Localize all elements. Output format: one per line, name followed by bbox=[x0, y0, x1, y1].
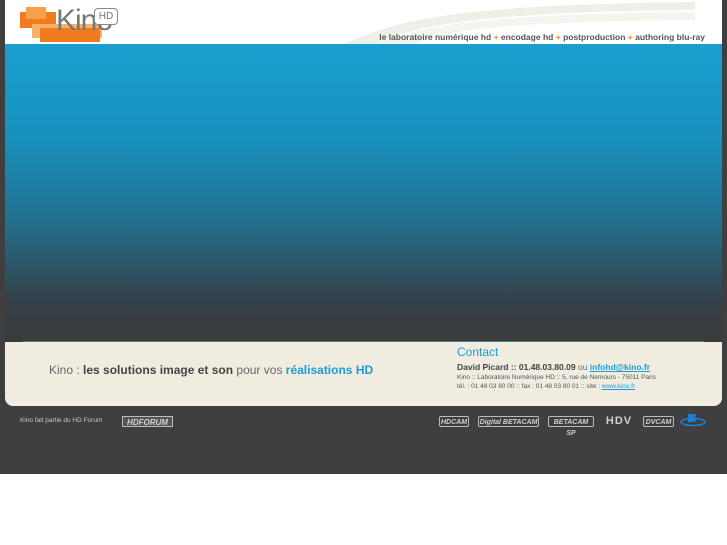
contact-tel-fax: tél. : 01 48 03 80 00 :: fax : 01 48 03 … bbox=[457, 383, 602, 390]
slogan-highlight: réalisations HD bbox=[285, 363, 374, 377]
contact-name-phone: David Picard :: 01.48.03.80.09 bbox=[457, 362, 576, 372]
tagline: le laboratoire numérique hd + encodage h… bbox=[379, 32, 705, 42]
tagline-part: le laboratoire numérique hd bbox=[379, 32, 492, 42]
header: Kino HD le laboratoire numérique hd + en… bbox=[5, 0, 722, 44]
digital-betacam-logo: Digital BETACAM bbox=[478, 416, 539, 427]
hdforum-logo[interactable]: HDFORUM bbox=[122, 416, 173, 427]
footer-note: Kino fait partie du HD Forum bbox=[20, 417, 103, 424]
bluray-logo bbox=[679, 413, 707, 427]
hdcam-logo: HDCAM bbox=[439, 416, 469, 427]
tagline-plus: + bbox=[555, 32, 561, 42]
info-panel: Kino : les solutions image et son pour v… bbox=[5, 342, 722, 406]
slogan: Kino : les solutions image et son pour v… bbox=[49, 363, 373, 377]
slogan-brand: Kino : bbox=[49, 363, 84, 377]
hdv-logo: HDV bbox=[605, 415, 633, 427]
betacam-sp-logo: BETACAM SP bbox=[548, 416, 594, 437]
kino-hd-logo[interactable]: Kino HD bbox=[20, 4, 125, 44]
contact-address: Kino :: Laboratoire Numérique HD :: 5, r… bbox=[457, 374, 656, 381]
tagline-part: postproduction bbox=[563, 32, 626, 42]
tagline-part: authoring blu-ray bbox=[635, 32, 705, 42]
page-frame: Kino HD le laboratoire numérique hd + en… bbox=[0, 0, 727, 474]
dvcam-logo: DVCAM bbox=[643, 416, 674, 427]
slogan-middle: pour vos bbox=[233, 363, 286, 377]
site-link[interactable]: www.kino.fr bbox=[602, 383, 635, 390]
contact-line: David Picard :: 01.48.03.80.09 ou infohd… bbox=[457, 362, 656, 372]
slogan-bold: les solutions image et son bbox=[83, 363, 234, 377]
logo-hd-badge: HD bbox=[94, 8, 118, 25]
contact-block: Contact David Picard :: 01.48.03.80.09 o… bbox=[457, 345, 656, 390]
contact-tel-line: tél. : 01 48 03 80 00 :: fax : 01 48 03 … bbox=[457, 383, 656, 390]
tagline-plus: + bbox=[493, 32, 499, 42]
hero-banner bbox=[5, 44, 722, 342]
contact-title: Contact bbox=[457, 345, 499, 359]
contact-ou: ou bbox=[575, 362, 590, 372]
tagline-part: encodage hd bbox=[500, 32, 554, 42]
tagline-plus: + bbox=[627, 32, 633, 42]
bluray-disc-icon bbox=[680, 414, 706, 427]
logo-light-block bbox=[26, 7, 46, 19]
contact-email-link[interactable]: infohd@kino.fr bbox=[590, 362, 650, 372]
